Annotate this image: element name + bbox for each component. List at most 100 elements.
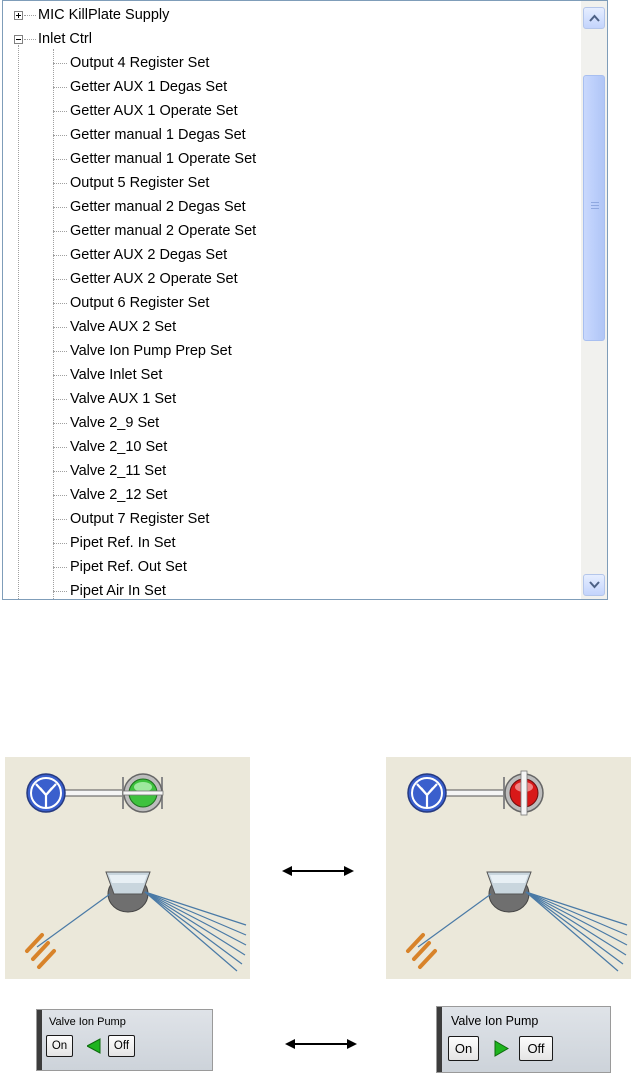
tree-connector xyxy=(18,45,19,599)
tree-connector xyxy=(53,303,67,304)
valve-control-left: Valve Ion Pump On Off xyxy=(36,1009,213,1071)
tree-item[interactable]: Getter AUX 2 Operate Set xyxy=(70,267,238,291)
tree-item[interactable]: Getter AUX 2 Degas Set xyxy=(70,243,227,267)
tree-item[interactable]: Valve 2_11 Set xyxy=(70,459,166,483)
tree-connector xyxy=(53,135,67,136)
pipe xyxy=(443,789,507,797)
tree-item-label: Valve AUX 2 Set xyxy=(70,319,177,335)
tree-connector xyxy=(53,399,67,400)
tree-item[interactable]: Getter AUX 1 Operate Set xyxy=(70,99,238,123)
tree-connector xyxy=(53,447,67,448)
tree-item[interactable]: Valve 2_9 Set xyxy=(70,411,159,435)
tree-item[interactable]: Output 6 Register Set xyxy=(70,291,209,315)
tree-connector xyxy=(53,495,67,496)
tree-item-label: Getter AUX 1 Operate Set xyxy=(70,103,238,119)
tree-connector xyxy=(24,39,36,40)
tree-node-inlet-ctrl[interactable]: Inlet Ctrl xyxy=(38,27,92,51)
button-label: On xyxy=(454,1041,473,1056)
tree-connector xyxy=(53,279,67,280)
double-arrow-icon xyxy=(282,866,354,876)
tree-connector xyxy=(53,183,67,184)
tree-item[interactable]: Output 7 Register Set xyxy=(70,507,209,531)
tree-item-label: Getter manual 2 Degas Set xyxy=(70,199,246,215)
tree-item[interactable]: Pipet Ref. Out Set xyxy=(70,555,187,579)
valve-off-button[interactable]: Off xyxy=(108,1035,135,1057)
tree-connector xyxy=(53,567,67,568)
tree-item-label: Output 6 Register Set xyxy=(70,295,210,311)
tree-view[interactable]: MIC KillPlate Supply Inlet Ctrl Output 4… xyxy=(2,0,608,600)
grip-line xyxy=(591,202,599,203)
tree-item[interactable]: Getter AUX 1 Degas Set xyxy=(70,75,227,99)
button-label: Off xyxy=(113,1040,130,1052)
valve-on-button[interactable]: On xyxy=(46,1035,73,1057)
tree-item[interactable]: Pipet Air In Set xyxy=(70,579,166,599)
expand-icon[interactable] xyxy=(14,11,23,20)
tree-item-label: Valve 2_10 Set xyxy=(70,439,168,455)
tree-item-label: Output 5 Register Set xyxy=(70,175,210,191)
tree-item-label: Pipet Ref. Out Set xyxy=(70,559,187,575)
diagram-canvas xyxy=(25,773,247,972)
tree-item-label: Pipet Ref. In Set xyxy=(70,535,176,551)
double-arrow-icon xyxy=(285,1039,357,1049)
tree-connector xyxy=(53,471,67,472)
tree-item-label: Getter AUX 2 Operate Set xyxy=(70,271,238,287)
tree-item-label: Valve Inlet Set xyxy=(70,367,163,383)
valve-control-title: Valve Ion Pump xyxy=(49,1016,126,1028)
tree-item-label: Getter manual 1 Operate Set xyxy=(70,151,257,167)
valve-control-right: Valve Ion Pump On Off xyxy=(436,1006,611,1073)
grip-line xyxy=(591,208,599,209)
tree-rows: MIC KillPlate Supply Inlet Ctrl Output 4… xyxy=(3,1,581,599)
tree-item[interactable]: Valve 2_10 Set xyxy=(70,435,167,459)
tree-item[interactable]: Getter manual 1 Operate Set xyxy=(70,147,256,171)
valve-open-icon xyxy=(122,773,164,813)
valve-closed-icon xyxy=(503,770,544,816)
valve-on-button[interactable]: On xyxy=(448,1036,479,1061)
tree-item-label: Valve 2_12 Set xyxy=(70,487,168,503)
tree-node-label: MIC KillPlate Supply xyxy=(38,7,170,23)
chamber-icon xyxy=(105,871,151,913)
tree-item[interactable]: Valve Ion Pump Prep Set xyxy=(70,339,232,363)
tree-connector xyxy=(53,327,67,328)
tree-connector xyxy=(53,207,67,208)
valve-control-title: Valve Ion Pump xyxy=(451,1014,539,1028)
tree-node-mic-killplate[interactable]: MIC KillPlate Supply xyxy=(38,3,169,27)
vertical-scrollbar[interactable] xyxy=(581,1,607,599)
scroll-down-button[interactable] xyxy=(583,574,605,596)
tree-node-label: Inlet Ctrl xyxy=(38,31,92,47)
heater-icon xyxy=(25,933,56,969)
valve-off-button[interactable]: Off xyxy=(519,1036,553,1061)
chevron-up-icon xyxy=(589,14,600,22)
tree-item[interactable]: Output 5 Register Set xyxy=(70,171,209,195)
tree-item[interactable]: Valve AUX 1 Set xyxy=(70,387,176,411)
tree-item-label: Getter manual 1 Degas Set xyxy=(70,127,246,143)
panel-stripe xyxy=(37,1010,42,1070)
tree-connector xyxy=(53,231,67,232)
tree-item[interactable]: Output 4 Register Set xyxy=(70,51,209,75)
tree-item[interactable]: Valve AUX 2 Set xyxy=(70,315,176,339)
tree-item-label: Getter manual 2 Operate Set xyxy=(70,223,257,239)
tree-item-label: Valve 2_9 Set xyxy=(70,415,160,431)
tree-connector xyxy=(53,351,67,352)
tree-connector xyxy=(53,591,67,592)
tree-item[interactable]: Getter manual 2 Degas Set xyxy=(70,195,246,219)
tree-item[interactable]: Getter manual 2 Operate Set xyxy=(70,219,256,243)
tree-item[interactable]: Getter manual 1 Degas Set xyxy=(70,123,246,147)
tree-connector xyxy=(24,15,36,16)
arrow-left-icon xyxy=(87,1038,101,1054)
arrow-right-icon xyxy=(494,1040,509,1057)
scroll-up-button[interactable] xyxy=(583,7,605,29)
scroll-thumb[interactable] xyxy=(583,75,605,341)
diagram-canvas xyxy=(406,770,628,972)
chevron-down-icon xyxy=(589,581,600,589)
tree-item[interactable]: Valve Inlet Set xyxy=(70,363,162,387)
pipe xyxy=(62,789,126,797)
collapse-icon[interactable] xyxy=(14,35,23,44)
tree-item-label: Output 4 Register Set xyxy=(70,55,210,71)
tree-connector xyxy=(53,159,67,160)
heater-icon xyxy=(406,933,437,969)
tree-connector xyxy=(53,63,67,64)
button-label: Off xyxy=(527,1041,545,1056)
tree-item[interactable]: Valve 2_12 Set xyxy=(70,483,167,507)
tree-item[interactable]: Pipet Ref. In Set xyxy=(70,531,176,555)
ion-pump-icon xyxy=(26,773,66,813)
